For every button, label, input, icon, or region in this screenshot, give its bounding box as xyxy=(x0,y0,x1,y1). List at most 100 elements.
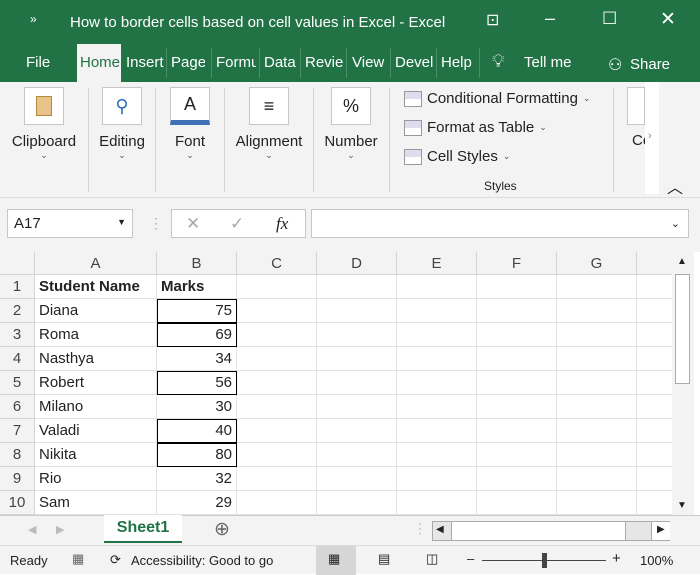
grid-cell[interactable] xyxy=(317,299,397,323)
column-header-c[interactable]: C xyxy=(237,252,317,275)
grid-cell[interactable] xyxy=(557,299,637,323)
share-button[interactable]: Share xyxy=(630,56,670,73)
cell-b9[interactable]: 32 xyxy=(157,467,237,491)
cell-a8[interactable]: Nikita xyxy=(35,443,157,467)
grid-cell[interactable] xyxy=(557,323,637,347)
grid-cell[interactable] xyxy=(397,347,477,371)
tab-home[interactable]: Home xyxy=(77,44,121,82)
zoom-slider[interactable] xyxy=(482,553,606,568)
cell-b2[interactable]: 75 xyxy=(157,299,237,323)
cell-b10[interactable]: 29 xyxy=(157,491,237,515)
page-layout-view-icon[interactable]: ▤ xyxy=(378,551,390,567)
grid-cell[interactable] xyxy=(237,443,317,467)
grid-cell[interactable] xyxy=(237,395,317,419)
horizontal-scrollbar[interactable]: ◀ ▶ xyxy=(432,521,670,541)
name-box[interactable]: A17 ▼ xyxy=(7,209,133,238)
tab-file[interactable]: File xyxy=(26,54,50,71)
tab-insert[interactable]: Insert xyxy=(126,54,164,71)
minimize-button[interactable]: – xyxy=(545,8,555,29)
cell-b5[interactable]: 56 xyxy=(157,371,237,395)
grid-cell[interactable] xyxy=(477,419,557,443)
cancel-icon[interactable]: ✕ xyxy=(186,214,200,234)
next-sheet-icon[interactable]: ▶ xyxy=(56,523,64,536)
alignment-group[interactable]: ≡ Alignment ⌄ xyxy=(230,82,308,161)
cell-b4[interactable]: 34 xyxy=(157,347,237,371)
insert-function-icon[interactable]: fx xyxy=(276,214,288,234)
grid-cell[interactable] xyxy=(557,467,637,491)
close-button[interactable]: ✕ xyxy=(660,8,676,31)
grid-cell[interactable] xyxy=(237,371,317,395)
grid-cell[interactable] xyxy=(637,395,672,419)
cell-styles-button[interactable]: Cell Styles ⌄ xyxy=(404,148,510,165)
cell-b8[interactable]: 80 xyxy=(157,443,237,467)
tab-data[interactable]: Data xyxy=(264,54,299,71)
grid-cell[interactable] xyxy=(317,419,397,443)
column-header-b[interactable]: B xyxy=(157,252,237,275)
grid-cell[interactable] xyxy=(477,467,557,491)
grid-cell[interactable] xyxy=(637,323,672,347)
grid-cell[interactable] xyxy=(477,371,557,395)
macro-record-icon[interactable]: ▦ xyxy=(72,551,84,567)
grid-cell[interactable] xyxy=(237,347,317,371)
quick-access-icon[interactable]: » xyxy=(30,12,37,26)
normal-view-button[interactable]: ▦ xyxy=(316,546,356,575)
ribbon-display-icon[interactable]: ⊡ xyxy=(486,10,499,30)
font-group[interactable]: A Font ⌄ xyxy=(160,82,220,161)
share-icon[interactable]: ⚇ xyxy=(608,55,622,75)
grid-cell[interactable] xyxy=(397,395,477,419)
grid-cell[interactable] xyxy=(397,371,477,395)
row-header[interactable]: 3 xyxy=(0,323,35,347)
column-header-d[interactable]: D xyxy=(317,252,397,275)
vertical-scroll-thumb[interactable] xyxy=(675,274,690,384)
grid-cell[interactable] xyxy=(637,275,672,299)
format-as-table-button[interactable]: Format as Table ⌄ xyxy=(404,119,547,136)
zoom-slider-thumb[interactable] xyxy=(542,553,547,568)
cell-a2[interactable]: Diana xyxy=(35,299,157,323)
grid-cell[interactable] xyxy=(637,419,672,443)
tab-page[interactable]: Page xyxy=(171,54,205,71)
grid-cell[interactable] xyxy=(557,275,637,299)
prev-sheet-icon[interactable]: ◀ xyxy=(28,523,36,536)
grid-cell[interactable] xyxy=(397,419,477,443)
grid-cell[interactable] xyxy=(397,275,477,299)
cells-icon[interactable] xyxy=(627,87,645,125)
grid-cell[interactable] xyxy=(637,347,672,371)
enter-icon[interactable]: ✓ xyxy=(230,214,244,234)
row-header[interactable]: 6 xyxy=(0,395,35,419)
grid-cell[interactable] xyxy=(317,467,397,491)
grid-cell[interactable] xyxy=(477,395,557,419)
grid-cell[interactable] xyxy=(317,371,397,395)
tab-formulas[interactable]: Formu xyxy=(216,54,256,71)
tab-help[interactable]: Help xyxy=(441,54,476,71)
grid-cell[interactable] xyxy=(557,443,637,467)
grid-cell[interactable] xyxy=(637,467,672,491)
tab-review[interactable]: Revie xyxy=(305,54,343,71)
grid-cell[interactable] xyxy=(237,299,317,323)
tell-me-search[interactable]: Tell me xyxy=(524,54,572,71)
zoom-out-button[interactable]: – xyxy=(467,551,474,566)
cell-b7[interactable]: 40 xyxy=(157,419,237,443)
row-header[interactable]: 5 xyxy=(0,371,35,395)
grid-cell[interactable] xyxy=(397,491,477,515)
cell-b6[interactable]: 30 xyxy=(157,395,237,419)
grid-cell[interactable] xyxy=(237,419,317,443)
page-break-view-icon[interactable]: ◫ xyxy=(426,551,438,567)
column-header-e[interactable]: E xyxy=(397,252,477,275)
grid-cell[interactable] xyxy=(477,275,557,299)
tab-view[interactable]: View xyxy=(352,54,388,71)
cell-a5[interactable]: Robert xyxy=(35,371,157,395)
column-header-g[interactable]: G xyxy=(557,252,637,275)
grid-cell[interactable] xyxy=(477,323,557,347)
grid-cell[interactable] xyxy=(317,443,397,467)
row-header[interactable]: 8 xyxy=(0,443,35,467)
clipboard-group[interactable]: Clipboard ⌄ xyxy=(6,82,82,161)
zoom-in-button[interactable]: + xyxy=(612,550,621,567)
grid-cell[interactable] xyxy=(477,299,557,323)
grid-cell[interactable] xyxy=(237,467,317,491)
grid-cell[interactable] xyxy=(557,371,637,395)
select-all-corner[interactable] xyxy=(0,252,35,275)
grid-cell[interactable] xyxy=(237,323,317,347)
grid-cell[interactable] xyxy=(397,467,477,491)
cell-a4[interactable]: Nasthya xyxy=(35,347,157,371)
grid-cell[interactable] xyxy=(477,491,557,515)
